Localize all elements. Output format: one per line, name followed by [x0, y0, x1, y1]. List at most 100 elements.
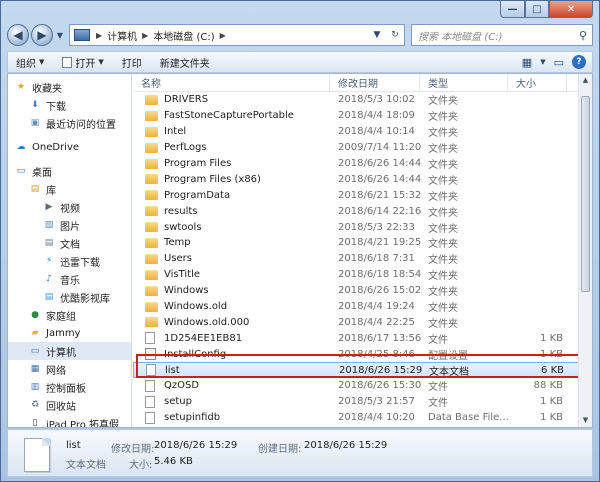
breadcrumb-separator-icon[interactable]: ▶ — [96, 31, 102, 40]
file-row[interactable]: setup 2018/5/3 21:57 文件 1 KB — [133, 394, 592, 410]
sidebar-item[interactable]: ▤ 库 — [8, 180, 131, 198]
file-row[interactable]: Program Files (x86) 2018/6/26 14:44 文件夹 — [133, 171, 592, 187]
file-row[interactable]: Users 2018/6/18 7:31 文件夹 — [133, 251, 592, 267]
file-name: Windows — [164, 285, 209, 297]
details-pane: list 文本文档 修改日期: 2018/6/26 15:29 创建日期: 20… — [7, 429, 593, 477]
sidebar-item[interactable]: ● 家庭组 — [8, 306, 131, 324]
sidebar-item[interactable]: ▤ 文档 — [8, 234, 131, 252]
file-name-cell: setup — [133, 395, 330, 408]
file-row[interactable]: setupinfidb 2018/4/4 10:20 Data Base File.… — [133, 410, 592, 426]
sidebar-item[interactable]: ▣ 最近访问的位置 — [8, 114, 131, 132]
file-name: swtools — [164, 221, 202, 233]
music-icon: ♪ — [46, 274, 52, 284]
file-row[interactable]: ProgramData 2018/6/21 15:32 文件夹 — [133, 187, 592, 203]
sidebar-item[interactable]: ★ 收藏夹 — [8, 78, 131, 96]
file-row[interactable]: Windows.old.000 2018/4/4 22:25 文件夹 — [133, 314, 592, 330]
vertical-scrollbar[interactable]: ▲ ▼ — [578, 74, 592, 427]
details-created-label: 创建日期: — [258, 444, 302, 455]
file-name-cell: 1D254EE1EB81 — [133, 332, 330, 345]
recent-pages-dropdown[interactable]: ▼ — [55, 31, 65, 40]
breadcrumb-local-disk[interactable]: 本地磁盘 (C:) — [153, 28, 214, 43]
new-folder-label: 新建文件夹 — [159, 58, 210, 70]
file-type: 文件夹 — [428, 318, 458, 330]
file-row[interactable]: 1D254EE1EB81 2018/6/17 13:56 文件 1 KB — [133, 330, 592, 346]
file-row[interactable]: QzOSD 2018/6/26 15:30 文件 88 KB — [133, 378, 592, 394]
command-bar: 组织 ▼ 打开 ▼ 打印 新建文件夹 ▦ ▼ ▭ ? — [7, 51, 593, 73]
back-button[interactable]: ◀ — [7, 24, 29, 46]
file-date: 2018/6/17 13:56 — [338, 332, 422, 344]
sidebar-item[interactable]: ♻ 回收站 — [8, 396, 131, 414]
file-row[interactable]: FastStoneCapturePortable 2018/4/4 18:09 文件… — [133, 108, 592, 124]
address-dropdown-icon[interactable]: ▼ — [368, 30, 386, 40]
file-name-cell: Program Files — [133, 158, 330, 169]
minimize-button[interactable]: — — [500, 1, 525, 18]
scroll-down-icon[interactable]: ▼ — [579, 414, 592, 427]
sidebar-item[interactable]: ▯ iPad Pro 拓真假 — [8, 414, 131, 427]
column-type[interactable]: 类型 — [420, 74, 508, 91]
chevron-down-icon[interactable]: ▼ — [540, 58, 545, 66]
file-row[interactable]: Temp 2018/4/21 19:25 文件夹 — [133, 235, 592, 251]
file-date: 2018/4/4 22:25 — [338, 316, 415, 328]
column-name[interactable]: 名称 — [133, 74, 330, 91]
file-row[interactable]: PerfLogs 2009/7/14 11:20 文件夹 — [133, 140, 592, 156]
thunder-download-icon: ⚡ — [45, 256, 53, 266]
sidebar-item[interactable]: ▰ Jammy — [8, 324, 131, 342]
column-date[interactable]: 修改日期 — [330, 74, 420, 91]
search-input[interactable]: 搜索 本地磁盘 (C:) ⚲ — [411, 24, 593, 46]
file-type: 文件夹 — [428, 207, 458, 219]
sidebar-item[interactable]: ▶ 视频 — [8, 198, 131, 216]
file-row[interactable]: list 2018/6/26 15:29 文本文档 6 KB — [133, 362, 592, 379]
close-button[interactable]: ✕ — [549, 1, 593, 18]
sidebar-item[interactable]: ▧ 图片 — [8, 216, 131, 234]
file-row[interactable]: results 2018/6/14 22:16 文件夹 — [133, 203, 592, 219]
file-row[interactable]: Intel 2018/4/4 10:14 文件夹 — [133, 124, 592, 140]
recycle-bin-icon: ♻ — [30, 400, 40, 410]
file-name: PerfLogs — [164, 142, 207, 154]
file-icon — [145, 332, 155, 345]
file-row[interactable]: swtools 2018/5/3 22:33 文件夹 — [133, 219, 592, 235]
file-row[interactable]: InstallConfig 2018/4/25 8:46 配置设置 1 KB — [133, 346, 592, 362]
breadcrumb-separator-icon[interactable]: ▶ — [220, 31, 226, 40]
address-bar[interactable]: ▶ 计算机 ▶ 本地磁盘 (C:) ▶ ▼ ↻ — [69, 24, 405, 46]
file-name-cell: results — [133, 206, 330, 217]
sidebar-item[interactable]: ▥ 控制面板 — [8, 378, 131, 396]
file-row[interactable]: Windows 2018/6/26 15:02 文件夹 — [133, 283, 592, 299]
sidebar-item[interactable]: ⬇ 下载 — [8, 96, 131, 114]
print-button[interactable]: 打印 — [122, 55, 142, 70]
breadcrumb-computer[interactable]: 计算机 — [107, 28, 137, 43]
refresh-icon[interactable]: ↻ — [386, 30, 404, 40]
file-type: 文件夹 — [428, 287, 458, 299]
preview-pane-icon[interactable]: ▭ — [554, 56, 564, 69]
open-button[interactable]: 打开 ▼ — [62, 55, 104, 70]
new-folder-button[interactable]: 新建文件夹 — [160, 55, 210, 70]
sidebar-item-label: 家庭组 — [46, 311, 76, 323]
file-date: 2018/5/3 10:02 — [338, 94, 415, 106]
search-icon[interactable]: ⚲ — [579, 29, 587, 42]
column-size[interactable]: 大小 — [508, 74, 567, 91]
sidebar-item[interactable]: ▦ 网络 — [8, 360, 131, 378]
sidebar-item[interactable]: ♪ 音乐 — [8, 270, 131, 288]
file-row[interactable]: VisTitle 2018/6/18 18:54 文件夹 — [133, 267, 592, 283]
file-name: Program Files (x86) — [164, 173, 261, 185]
sidebar-item[interactable]: ☁ OneDrive — [8, 138, 131, 156]
sidebar-item[interactable]: ▭ 桌面 — [8, 162, 131, 180]
scroll-up-icon[interactable]: ▲ — [579, 74, 592, 87]
file-type: 文件夹 — [428, 223, 458, 235]
maximize-button[interactable]: □ — [525, 1, 549, 18]
file-row[interactable]: DRIVERS 2018/5/3 10:02 文件夹 — [133, 92, 592, 108]
help-icon[interactable]: ? — [572, 55, 586, 69]
file-type: 文件夹 — [428, 175, 458, 187]
desktop-icon: ▭ — [16, 166, 26, 176]
forward-button[interactable]: ▶ — [31, 24, 53, 46]
sidebar-item[interactable]: ⚡ 迅雷下载 — [8, 252, 131, 270]
sidebar-item[interactable]: ▭ 计算机 — [8, 342, 131, 360]
view-options-icon[interactable]: ▦ — [522, 56, 532, 69]
file-row[interactable]: Windows.old 2018/4/4 19:24 文件夹 — [133, 299, 592, 315]
file-name-cell: QzOSD — [133, 379, 330, 392]
breadcrumb-separator-icon[interactable]: ▶ — [142, 31, 148, 40]
organize-button[interactable]: 组织 ▼ — [16, 55, 44, 70]
file-date: 2018/6/18 18:54 — [338, 269, 422, 281]
file-row[interactable]: Program Files 2018/6/26 14:44 文件夹 — [133, 156, 592, 172]
sidebar-item[interactable]: ▤ 优酷影视库 — [8, 288, 131, 306]
scrollbar-thumb[interactable] — [581, 96, 590, 292]
